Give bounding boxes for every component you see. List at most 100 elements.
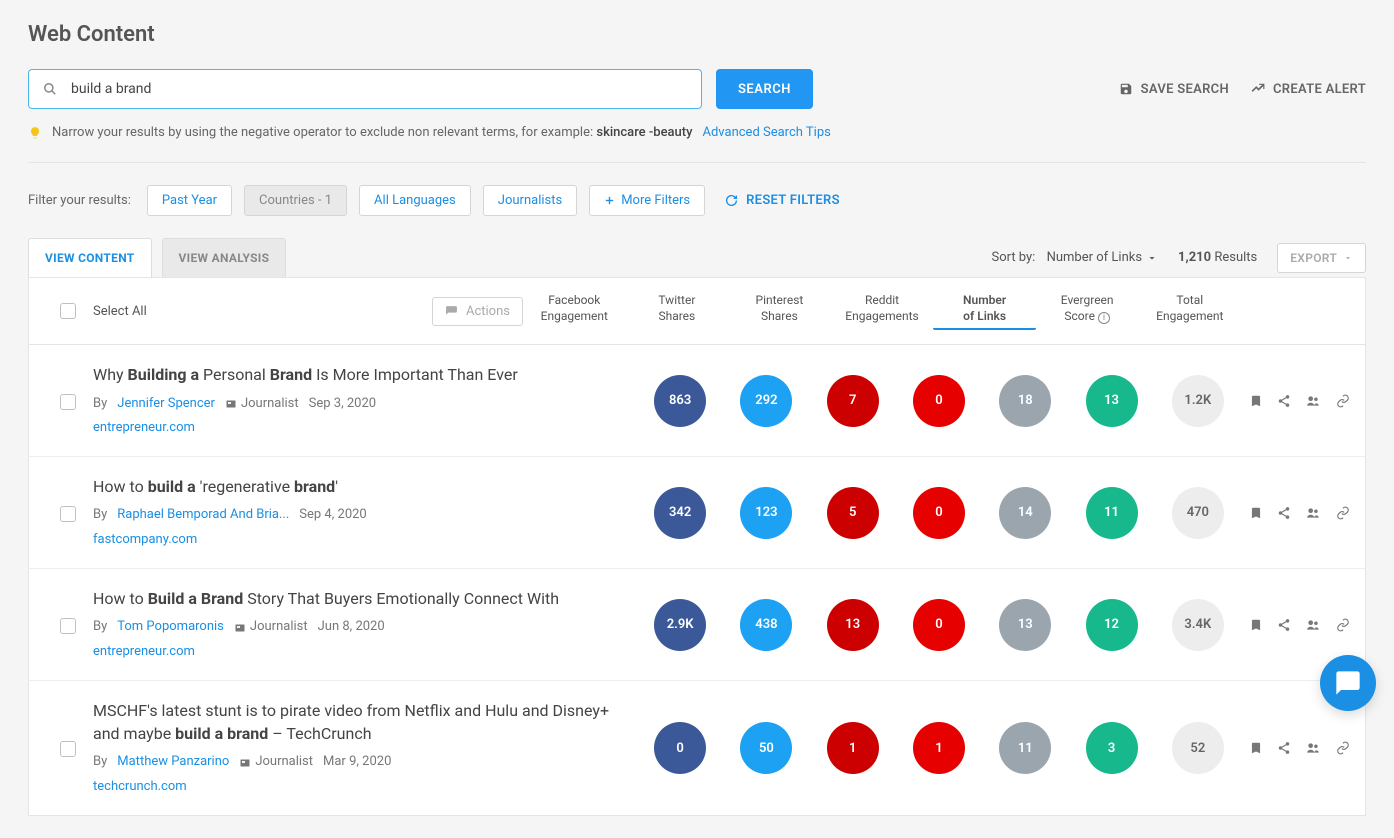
info-icon[interactable]: i xyxy=(1098,312,1110,324)
publish-date: Sep 3, 2020 xyxy=(309,395,376,414)
create-alert-button[interactable]: CREATE ALERT xyxy=(1251,82,1366,97)
evergreen-value: 11 xyxy=(1086,487,1138,539)
sort-by-dropdown[interactable]: Sort by: Number of Links xyxy=(991,250,1158,265)
more-filters-button[interactable]: More Filters xyxy=(589,185,705,216)
author-link[interactable]: Raphael Bemporad And Bria... xyxy=(117,506,289,525)
by-label: By xyxy=(93,753,107,772)
role-badge: Journalist xyxy=(234,618,308,637)
result-title[interactable]: MSCHF's latest stunt is to pirate video … xyxy=(93,699,637,745)
result-title[interactable]: How to build a 'regenerative brand' xyxy=(93,475,637,498)
more-filters-label: More Filters xyxy=(621,193,690,208)
sort-value: Number of Links xyxy=(1047,250,1142,265)
filter-languages[interactable]: All Languages xyxy=(359,185,471,216)
share-icon[interactable] xyxy=(1277,618,1291,632)
evergreen-value: 3 xyxy=(1086,722,1138,774)
actions-icon xyxy=(445,305,458,318)
role-badge: Journalist xyxy=(239,753,313,772)
author-link[interactable]: Tom Popomaronis xyxy=(117,618,224,637)
filters-label: Filter your results: xyxy=(28,193,131,208)
reddit-value: 0 xyxy=(913,599,965,651)
table-row: How to build a 'regenerative brand' By R… xyxy=(29,457,1365,569)
links-value: 13 xyxy=(999,599,1051,651)
reset-filters-button[interactable]: RESET FILTERS xyxy=(725,193,840,208)
links-value: 11 xyxy=(999,722,1051,774)
filter-countries[interactable]: Countries - 1 xyxy=(244,185,347,216)
evergreen-value: 13 xyxy=(1086,375,1138,427)
results-count: 1,210 Results xyxy=(1178,250,1257,265)
by-label: By xyxy=(93,395,107,414)
results-number: 1,210 xyxy=(1178,250,1211,265)
share-icon[interactable] xyxy=(1277,506,1291,520)
bookmark-icon[interactable] xyxy=(1249,741,1263,755)
users-icon[interactable] xyxy=(1305,741,1321,755)
search-button[interactable]: SEARCH xyxy=(716,69,813,109)
share-icon[interactable] xyxy=(1277,394,1291,408)
select-all-checkbox[interactable] xyxy=(60,303,76,319)
pinterest-value: 13 xyxy=(827,599,879,651)
domain-link[interactable]: techcrunch.com xyxy=(93,778,637,797)
reset-filters-label: RESET FILTERS xyxy=(746,193,840,208)
facebook-value: 0 xyxy=(654,722,706,774)
author-link[interactable]: Matthew Panzarino xyxy=(117,753,229,772)
bookmark-icon[interactable] xyxy=(1249,506,1263,520)
search-input[interactable] xyxy=(57,81,701,97)
domain-link[interactable]: entrepreneur.com xyxy=(93,419,637,438)
row-checkbox[interactable] xyxy=(60,506,76,522)
col-links[interactable]: Numberof Links xyxy=(933,292,1036,330)
total-value: 1.2K xyxy=(1172,375,1224,427)
link-icon[interactable] xyxy=(1335,394,1351,408)
table-row: How to Build a Brand Story That Buyers E… xyxy=(29,569,1365,681)
total-value: 52 xyxy=(1172,722,1224,774)
select-all-label: Select All xyxy=(93,304,147,319)
row-checkbox[interactable] xyxy=(60,741,76,757)
domain-link[interactable]: fastcompany.com xyxy=(93,531,637,550)
search-input-container[interactable] xyxy=(28,69,702,109)
col-total[interactable]: TotalEngagement xyxy=(1138,292,1241,330)
evergreen-value: 12 xyxy=(1086,599,1138,651)
pinterest-value: 1 xyxy=(827,722,879,774)
chat-widget[interactable] xyxy=(1320,655,1376,711)
sort-prefix: Sort by: xyxy=(991,250,1035,265)
result-title[interactable]: Why Building a Personal Brand Is More Im… xyxy=(93,363,637,386)
col-twitter[interactable]: TwitterShares xyxy=(626,292,729,330)
users-icon[interactable] xyxy=(1305,506,1321,520)
reddit-value: 1 xyxy=(913,722,965,774)
lightbulb-icon xyxy=(28,126,42,140)
facebook-value: 863 xyxy=(654,375,706,427)
save-search-button[interactable]: SAVE SEARCH xyxy=(1119,82,1229,97)
tab-view-content[interactable]: VIEW CONTENT xyxy=(28,238,152,277)
by-label: By xyxy=(93,618,107,637)
publish-date: Jun 8, 2020 xyxy=(318,618,385,637)
share-icon[interactable] xyxy=(1277,741,1291,755)
results-label: Results xyxy=(1214,250,1257,265)
result-title[interactable]: How to Build a Brand Story That Buyers E… xyxy=(93,587,637,610)
filter-journalists[interactable]: Journalists xyxy=(483,185,577,216)
chevron-down-icon xyxy=(1343,253,1353,263)
save-icon xyxy=(1119,82,1133,96)
col-facebook[interactable]: FacebookEngagement xyxy=(523,292,626,330)
row-checkbox[interactable] xyxy=(60,618,76,634)
col-pinterest[interactable]: PinterestShares xyxy=(728,292,831,330)
author-link[interactable]: Jennifer Spencer xyxy=(117,395,215,414)
users-icon[interactable] xyxy=(1305,618,1321,632)
chat-icon xyxy=(1334,669,1362,697)
link-icon[interactable] xyxy=(1335,741,1351,755)
reset-icon xyxy=(725,194,738,207)
link-icon[interactable] xyxy=(1335,618,1351,632)
domain-link[interactable]: entrepreneur.com xyxy=(93,643,637,662)
link-icon[interactable] xyxy=(1335,506,1351,520)
col-reddit[interactable]: RedditEngagements xyxy=(831,292,934,330)
twitter-value: 50 xyxy=(740,722,792,774)
actions-button[interactable]: Actions xyxy=(432,297,523,326)
row-checkbox[interactable] xyxy=(60,394,76,410)
reddit-value: 0 xyxy=(913,375,965,427)
export-button[interactable]: EXPORT xyxy=(1277,243,1366,273)
bookmark-icon[interactable] xyxy=(1249,618,1263,632)
tab-view-analysis[interactable]: VIEW ANALYSIS xyxy=(162,238,287,277)
advanced-search-link[interactable]: Advanced Search Tips xyxy=(702,125,830,140)
col-evergreen[interactable]: EvergreenScore i xyxy=(1036,292,1139,330)
bookmark-icon[interactable] xyxy=(1249,394,1263,408)
filter-past-year[interactable]: Past Year xyxy=(147,185,232,216)
pinterest-value: 5 xyxy=(827,487,879,539)
users-icon[interactable] xyxy=(1305,394,1321,408)
